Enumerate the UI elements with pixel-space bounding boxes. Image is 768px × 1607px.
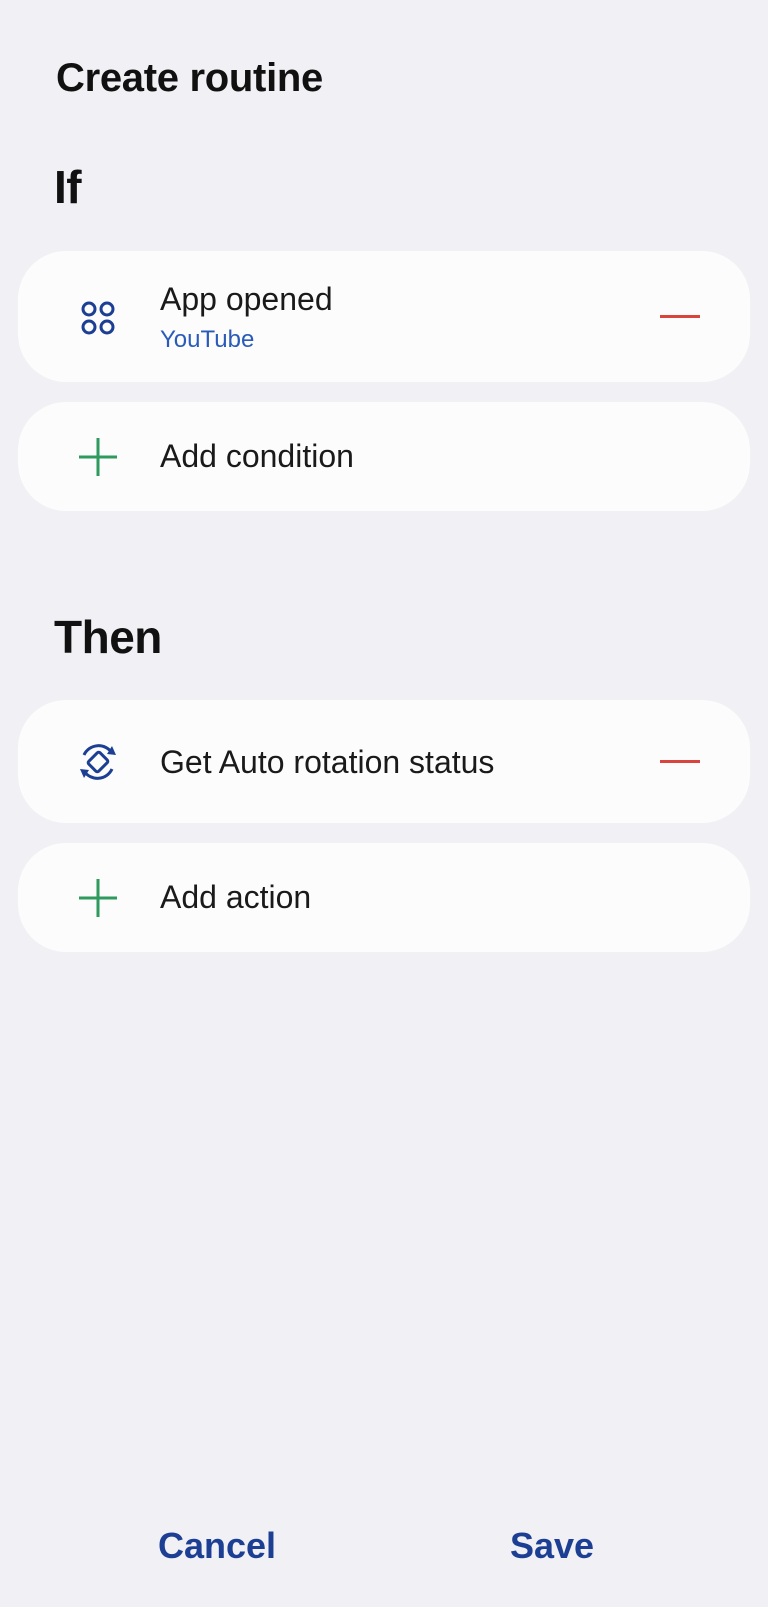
- condition-sublabel: YouTube: [160, 326, 255, 353]
- action-label: Get Auto rotation status: [160, 744, 495, 780]
- save-button[interactable]: Save: [510, 1525, 594, 1567]
- remove-action-button[interactable]: [658, 740, 702, 784]
- if-section-title: If: [54, 161, 82, 213]
- then-section-title: Then: [54, 611, 162, 663]
- condition-item-app-opened[interactable]: App opened YouTube: [18, 251, 750, 382]
- apps-icon: [76, 296, 120, 340]
- add-condition-button[interactable]: Add condition: [18, 402, 750, 511]
- add-action-button[interactable]: Add action: [18, 843, 750, 952]
- condition-label: App opened: [160, 281, 333, 317]
- cancel-button[interactable]: Cancel: [158, 1525, 276, 1567]
- add-condition-label: Add condition: [160, 438, 354, 474]
- add-action-label: Add action: [160, 879, 312, 915]
- action-item-auto-rotation[interactable]: Get Auto rotation status: [18, 700, 750, 823]
- auto-rotate-icon: [76, 740, 120, 784]
- plus-icon: [76, 876, 120, 920]
- plus-icon: [76, 435, 120, 479]
- remove-condition-button[interactable]: [658, 295, 702, 339]
- page-title: Create routine: [56, 56, 323, 100]
